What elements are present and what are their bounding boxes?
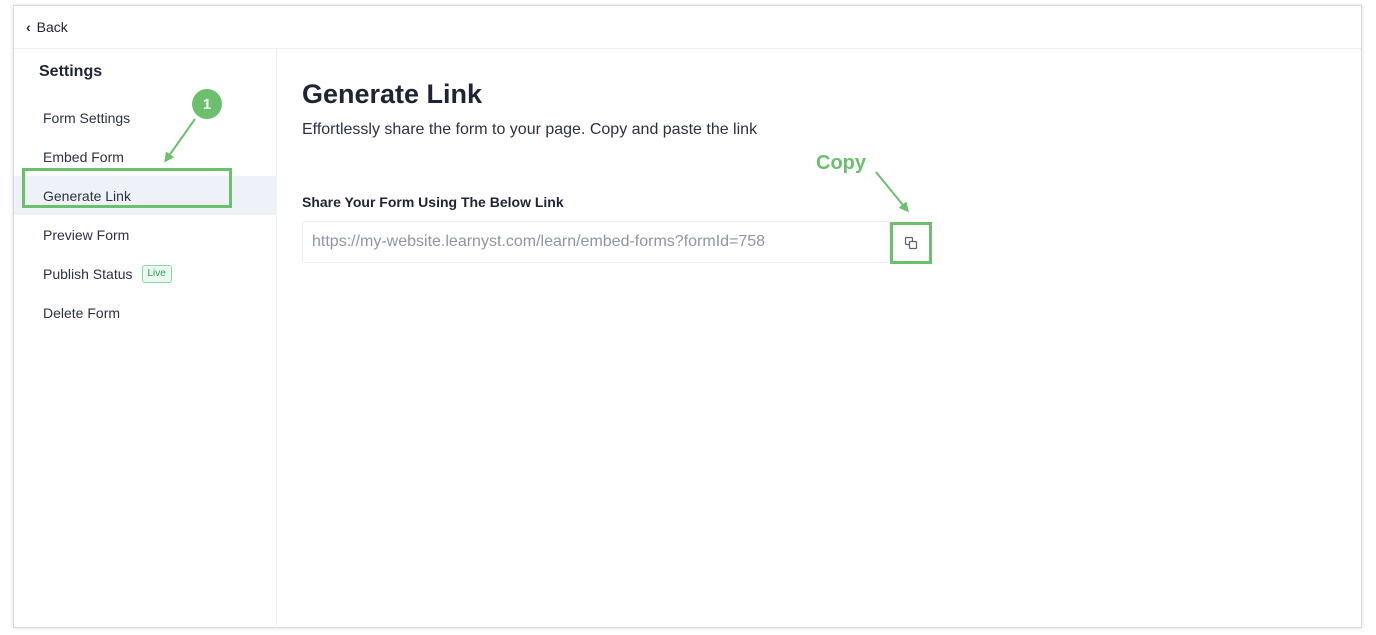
back-label: Back	[36, 19, 68, 35]
chevron-left-icon: ‹	[26, 19, 31, 35]
top-bar: ‹ Back	[14, 6, 1361, 49]
share-link-input[interactable]	[302, 221, 890, 263]
sidebar-item-publish-status[interactable]: Publish Status Live	[14, 254, 277, 293]
sidebar-item-label: Delete Form	[43, 304, 121, 321]
share-link-label: Share Your Form Using The Below Link	[302, 194, 564, 210]
sidebar-item-label: Publish Status	[43, 265, 133, 282]
back-button[interactable]: ‹ Back	[26, 19, 68, 35]
annotation-step-badge: 1	[192, 89, 222, 119]
settings-sidebar: Settings Form Settings Embed Form Genera…	[14, 49, 277, 628]
sidebar-item-preview-form[interactable]: Preview Form	[14, 215, 277, 254]
live-status-badge: Live	[141, 264, 172, 283]
sidebar-title: Settings	[39, 63, 103, 80]
sidebar-item-label: Form Settings	[43, 109, 131, 126]
sidebar-item-generate-link[interactable]: Generate Link	[14, 176, 277, 215]
copy-icon	[904, 236, 918, 250]
page-title: Generate Link	[302, 79, 483, 109]
page-subtitle: Effortlessly share the form to your page…	[302, 121, 758, 138]
sidebar-item-delete-form[interactable]: Delete Form	[14, 293, 277, 332]
sidebar-item-embed-form[interactable]: Embed Form	[14, 137, 277, 176]
app-window: ‹ Back Settings Form Settings Embed Form…	[13, 5, 1362, 628]
sidebar-item-label: Generate Link	[43, 187, 131, 204]
sidebar-item-label: Embed Form	[43, 148, 124, 165]
sidebar-item-label: Preview Form	[43, 226, 130, 243]
annotation-copy-label: Copy	[816, 152, 866, 174]
copy-link-button[interactable]	[890, 222, 932, 264]
sidebar-item-form-settings[interactable]: Form Settings	[14, 98, 277, 137]
